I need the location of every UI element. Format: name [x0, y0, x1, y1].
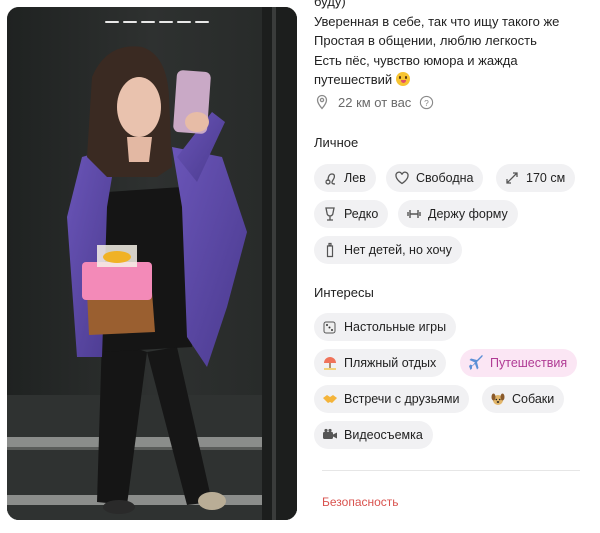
bio-line-text: путешествий	[314, 72, 393, 87]
dumbbell-icon	[406, 206, 422, 222]
chip-relationship[interactable]: Свободна	[386, 164, 484, 192]
leo-icon	[322, 170, 338, 186]
help-icon[interactable]: ?	[419, 95, 434, 110]
location-pin-icon	[316, 94, 328, 110]
chip-sport[interactable]: Держу форму	[398, 200, 518, 228]
svg-text:?: ?	[424, 97, 429, 107]
pager-dot[interactable]	[141, 21, 155, 23]
divider	[322, 470, 580, 471]
chip-label: Видеосъемка	[344, 428, 423, 442]
chip-beach[interactable]: Пляжный отдых	[314, 349, 447, 377]
airplane-icon	[468, 355, 484, 371]
distance-row: 22 км от вас ?	[314, 94, 434, 110]
wine-glass-icon	[322, 206, 338, 222]
bio-line: путешествий	[314, 70, 600, 90]
chip-label: Путешествия	[490, 356, 568, 370]
photo-pager[interactable]	[105, 21, 209, 23]
chip-children[interactable]: Нет детей, но хочу	[314, 236, 462, 264]
chip-dogs[interactable]: Собаки	[482, 385, 565, 413]
profile-photo-image	[7, 7, 297, 520]
chip-label: Держу форму	[428, 207, 508, 221]
dog-icon	[490, 391, 506, 407]
heart-icon	[394, 170, 410, 186]
distance-text: 22 км от вас	[338, 94, 412, 110]
chip-label: Свободна	[416, 171, 474, 185]
chip-label: Редко	[344, 207, 379, 221]
chip-alcohol[interactable]: Редко	[314, 200, 389, 228]
chip-height[interactable]: 170 см	[496, 164, 576, 192]
profile-photo[interactable]	[7, 7, 297, 520]
pager-dot[interactable]	[105, 21, 119, 23]
chip-friends[interactable]: Встречи с друзьями	[314, 385, 470, 413]
chip-video[interactable]: Видеосъемка	[314, 421, 433, 449]
chip-label: Нет детей, но хочу	[344, 243, 452, 257]
chip-board-games[interactable]: Настольные игры	[314, 313, 457, 341]
chip-zodiac[interactable]: Лев	[314, 164, 376, 192]
bio-line: Уверенная в себе, так что ищу такого же	[314, 13, 560, 29]
baby-bottle-icon	[322, 242, 338, 258]
chip-label: Пляжный отдых	[344, 356, 437, 370]
profile-info: буду) Уверенная в себе, так что ищу тако…	[314, 0, 600, 449]
dice-icon	[322, 319, 338, 335]
handshake-icon	[322, 391, 338, 407]
chip-travel[interactable]: Путешествия	[460, 349, 578, 377]
chip-label: 170 см	[526, 171, 566, 185]
bio-line: буду)	[314, 0, 346, 9]
bio-line: Простая в общении, люблю легкость	[314, 33, 537, 48]
security-link[interactable]: Безопасность	[322, 495, 399, 509]
pager-dot[interactable]	[195, 21, 209, 23]
personal-section-title: Личное	[314, 135, 359, 150]
pager-dot[interactable]	[123, 21, 137, 23]
pager-dot[interactable]	[177, 21, 191, 23]
bio-text: буду) Уверенная в себе, так что ищу тако…	[314, 0, 600, 90]
pager-dot[interactable]	[159, 21, 173, 23]
winking-face-icon	[395, 72, 410, 86]
interests-section-title: Интересы	[314, 285, 374, 300]
bio-line: Есть пёс, чувство юмора и жажда	[314, 52, 518, 68]
beach-umbrella-icon	[322, 355, 338, 371]
expand-arrows-icon	[504, 170, 520, 186]
video-camera-icon	[322, 427, 338, 443]
chip-label: Лев	[344, 171, 366, 185]
chip-label: Настольные игры	[344, 320, 447, 334]
chip-label: Собаки	[512, 392, 555, 406]
chip-label: Встречи с друзьями	[344, 392, 460, 406]
